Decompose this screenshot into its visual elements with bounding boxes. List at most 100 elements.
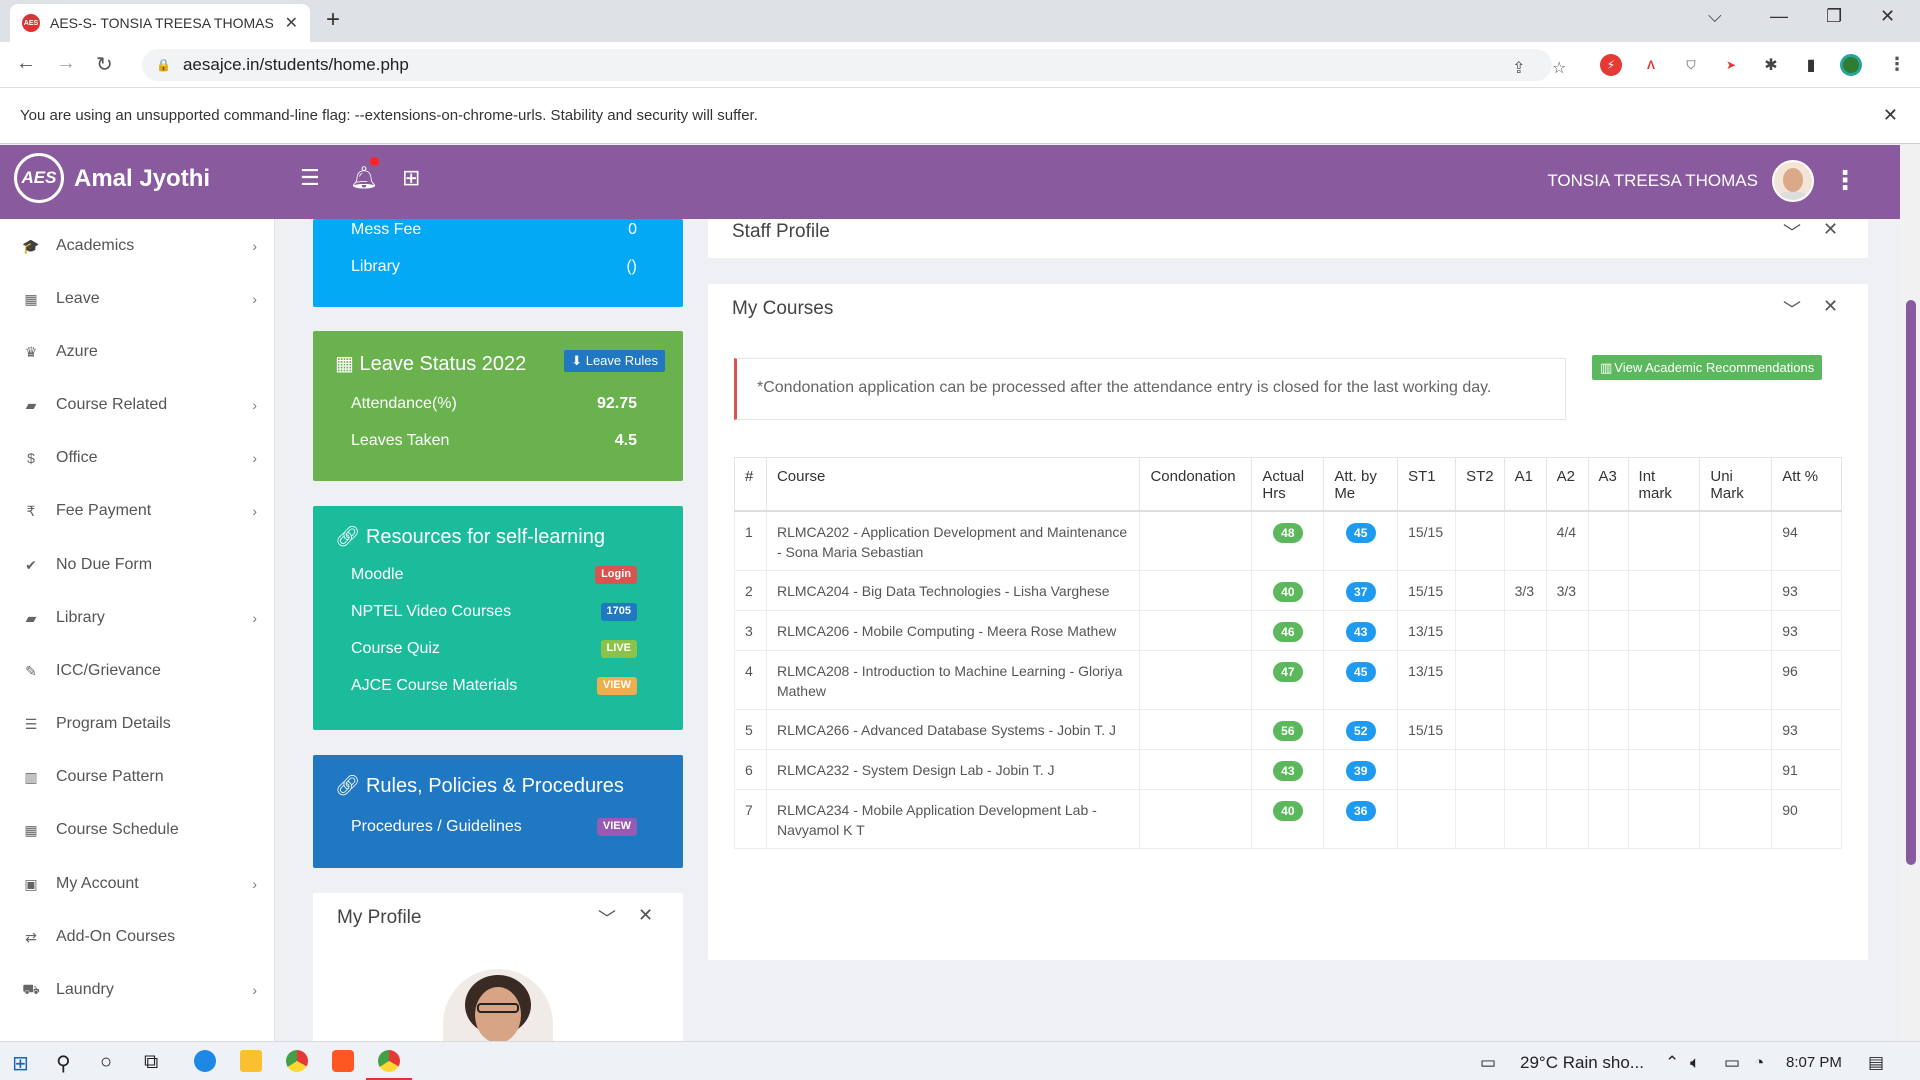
browser-menu-icon[interactable]: ⋮ [1888,54,1906,75]
sidebar-item-academics[interactable]: 🎓 Academics › [0,226,274,266]
sidebar-item-add-on-courses[interactable]: ⇄ Add-On Courses [0,917,274,957]
resource-label[interactable]: Course Quiz [351,640,440,658]
more-options-icon[interactable]: ⋮ [1832,165,1858,196]
course-row[interactable]: 4 RLMCA208 - Introduction to Machine Lear… [734,650,1842,710]
weather-icon[interactable]: ▭ [1480,1053,1496,1073]
browser-tab[interactable]: AES AES-S- TONSIA TREESA THOMAS ✕ [10,4,310,42]
course-row[interactable]: 2 RLMCA204 - Big Data Technologies - Lish… [734,570,1842,611]
collapse-chevron-icon[interactable]: ﹀ [1783,296,1801,322]
sidebar-item-course-related[interactable]: ▰ Course Related › [0,385,274,425]
user-avatar[interactable] [1772,160,1814,202]
sidebar-item-laundry[interactable]: ⛟ Laundry › [0,970,274,1010]
notifications-icon[interactable]: ▤ [1868,1053,1884,1073]
resource-label[interactable]: AJCE Course Materials [351,677,517,695]
column-header[interactable]: Int mark [1627,457,1701,512]
address-bar[interactable]: 🔒 aesajce.in/students/home.php [142,49,1552,81]
brand-name[interactable]: Amal Jyothi [74,165,210,193]
resource-label[interactable]: NPTEL Video Courses [351,603,511,621]
column-header[interactable]: A2 [1545,457,1589,512]
sidebar-item-my-account[interactable]: ▣ My Account › [0,864,274,904]
column-header[interactable]: # [734,457,767,512]
resource-row[interactable]: AJCE Course Materials VIEW [351,677,637,695]
tab-close-icon[interactable]: ✕ [285,13,298,33]
column-header[interactable]: A1 [1503,457,1547,512]
column-header[interactable]: Att. by Me [1323,457,1399,512]
sidebar-item-no-due-form[interactable]: ✔ No Due Form [0,545,274,585]
weather-text[interactable]: 29°C Rain sho... [1520,1053,1644,1073]
column-header[interactable]: A3 [1587,457,1629,512]
side-panel-icon[interactable]: ▮ [1800,54,1822,76]
new-tab-icon[interactable]: + [326,6,340,34]
column-header[interactable]: Condonation [1139,457,1253,512]
user-name[interactable]: TONSIA TREESA THOMAS [1547,171,1758,191]
apps-grid-icon[interactable]: ⊞ [402,165,420,191]
share-icon[interactable]: ⇪ [1512,58,1525,78]
volume-icon[interactable]: 🔈︎ [1690,1053,1700,1073]
course-row[interactable]: 6 RLMCA232 - System Design Lab - Jobin T.… [734,749,1842,790]
window-close-icon[interactable]: ✕ [1880,6,1895,27]
resource-badge[interactable]: LIVE [600,640,637,658]
extension-arrow-icon[interactable]: ➤ [1720,54,1742,76]
bookmark-star-icon[interactable]: ☆ [1552,58,1566,78]
collapse-chevron-icon[interactable]: ﹀ [598,905,616,931]
resource-row[interactable]: Course Quiz LIVE [351,640,637,658]
resource-label[interactable]: Moodle [351,566,403,584]
taskbar-search-icon[interactable]: ⚲ [56,1051,71,1076]
sidebar-item-program-details[interactable]: ☰ Program Details [0,704,274,744]
rules-link-label[interactable]: Procedures / Guidelines [351,818,522,836]
rules-badge[interactable]: VIEW [596,818,637,836]
infobar-close-icon[interactable]: ✕ [1883,105,1898,126]
sidebar-item-icc-grievance[interactable]: ✎ ICC/Grievance [0,651,274,691]
sidebar-item-course-schedule[interactable]: ▦ Course Schedule [0,810,274,850]
panel-close-icon[interactable]: ✕ [1823,219,1838,240]
course-row[interactable]: 1 RLMCA202 - Application Development and … [734,510,1842,571]
profile-avatar-icon[interactable] [1840,54,1862,76]
extension-shield-icon[interactable]: ⛉ [1680,54,1702,76]
chrome-active-icon[interactable] [378,1050,400,1072]
sidebar-item-fee-payment[interactable]: ₹ Fee Payment › [0,491,274,531]
back-icon[interactable]: ← [16,52,36,75]
resource-row[interactable]: Moodle Login [351,566,637,584]
column-header[interactable]: ST2 [1455,457,1505,512]
tab-search-chevron-icon[interactable]: ⌵ [1708,6,1722,27]
task-view-icon[interactable]: ⧉ [144,1051,158,1074]
minimize-icon[interactable]: — [1770,6,1788,27]
resource-badge[interactable]: VIEW [596,677,637,695]
resource-badge[interactable]: 1705 [600,603,637,621]
column-header[interactable]: Actual Hrs [1251,457,1325,512]
file-explorer-icon[interactable] [240,1050,262,1072]
clock[interactable]: 8:07 PM [1786,1054,1842,1071]
aes-logo[interactable]: AES [14,153,64,203]
menu-toggle-icon[interactable]: ☰ [300,165,320,191]
column-header[interactable]: Uni Mark [1699,457,1773,512]
extensions-puzzle-icon[interactable]: ✱ [1760,54,1782,76]
sidebar-item-library[interactable]: ▰ Library › [0,598,274,638]
course-row[interactable]: 7 RLMCA234 - Mobile Application Developme… [734,789,1842,849]
column-header[interactable]: Course [765,457,1141,512]
page-scrollbar-thumb[interactable] [1906,300,1916,865]
brave-icon[interactable] [332,1050,354,1072]
panel-close-icon[interactable]: ✕ [638,905,653,926]
sidebar-item-office[interactable]: $ Office › [0,438,274,478]
windows-start-icon[interactable]: ⊞ [12,1051,29,1076]
panel-close-icon[interactable]: ✕ [1823,296,1838,317]
edge-icon[interactable] [194,1050,216,1072]
extension-bolt-icon[interactable]: ⚡ [1600,54,1622,76]
sidebar-item-course-pattern[interactable]: ▥ Course Pattern [0,757,274,797]
sidebar-item-leave[interactable]: ▦ Leave › [0,279,274,319]
column-header[interactable]: Att % [1771,457,1842,512]
extension-a-icon[interactable]: Λ [1640,54,1662,76]
resource-badge[interactable]: Login [595,566,637,584]
chrome-icon[interactable] [286,1050,308,1072]
rules-row[interactable]: Procedures / Guidelines VIEW [351,818,637,836]
column-header[interactable]: ST1 [1397,457,1457,512]
cortana-icon[interactable]: ○ [100,1051,112,1074]
leave-rules-button[interactable]: ⬇ Leave Rules [564,350,665,372]
battery-icon[interactable]: ▭ [1724,1053,1740,1073]
course-row[interactable]: 5 RLMCA266 - Advanced Database Systems - … [734,709,1842,750]
sidebar-item-azure[interactable]: ♛ Azure [0,332,274,372]
reload-icon[interactable]: ↻ [96,52,113,77]
course-row[interactable]: 3 RLMCA206 - Mobile Computing - Meera Ros… [734,610,1842,651]
notification-bell-icon[interactable]: 🔔︎ [350,165,378,191]
wifi-icon[interactable]: ◔ [1754,1053,1764,1073]
